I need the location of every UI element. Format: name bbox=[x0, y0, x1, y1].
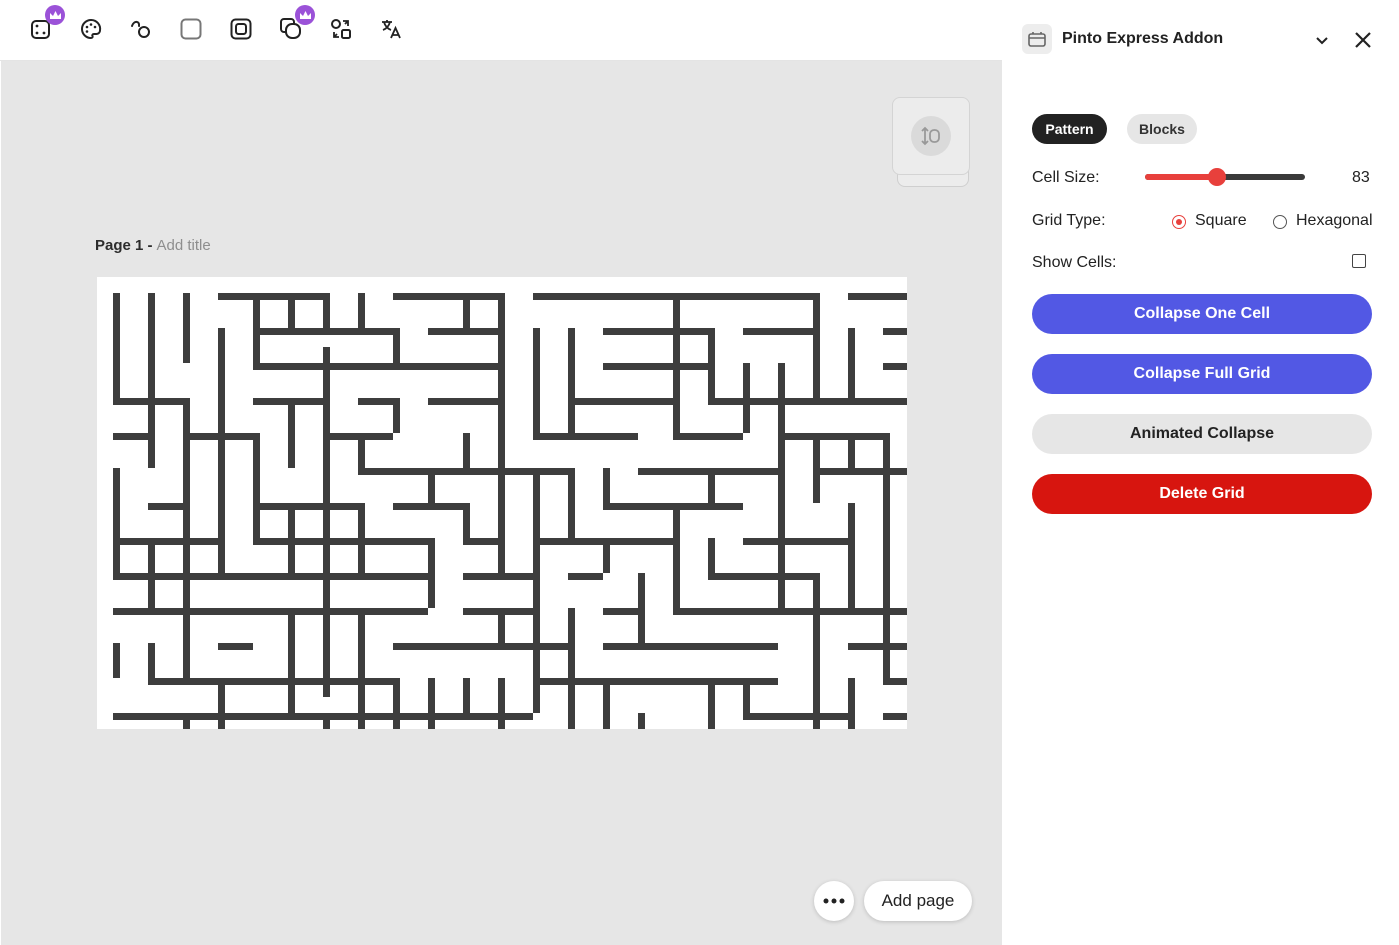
tab-blocks[interactable]: Blocks bbox=[1127, 114, 1197, 144]
slider-thumb[interactable] bbox=[1208, 168, 1226, 186]
page-label: Page 1 - bbox=[95, 237, 153, 254]
palette-tool-button[interactable] bbox=[77, 15, 105, 43]
top-toolbar bbox=[0, 0, 1002, 61]
rounded-square-icon bbox=[180, 18, 202, 40]
cell-size-label: Cell Size: bbox=[1032, 169, 1100, 186]
panel-header: Pinto Express Addon bbox=[1022, 24, 1392, 56]
close-icon[interactable] bbox=[1352, 29, 1374, 51]
hexagonal-radio-label[interactable]: Hexagonal bbox=[1296, 212, 1373, 230]
square-radio-label[interactable]: Square bbox=[1195, 212, 1247, 230]
shape-tool-button[interactable] bbox=[177, 15, 205, 43]
cell-size-value: 83 bbox=[1352, 169, 1370, 186]
ellipsis-icon bbox=[823, 898, 845, 904]
show-cells-checkbox[interactable] bbox=[1352, 254, 1366, 268]
page-options-card[interactable] bbox=[892, 97, 970, 187]
translate-icon bbox=[382, 20, 401, 39]
chevron-down-icon[interactable] bbox=[1312, 30, 1332, 50]
show-cells-label: Show Cells: bbox=[1032, 254, 1117, 271]
square-radio[interactable] bbox=[1172, 215, 1186, 229]
maze-page[interactable] bbox=[97, 277, 907, 729]
cell-size-slider[interactable] bbox=[1145, 168, 1305, 186]
addon-icon bbox=[1022, 24, 1052, 54]
collapse-full-grid-button[interactable]: Collapse Full Grid bbox=[1032, 354, 1372, 394]
premium-crown-icon bbox=[45, 5, 65, 25]
add-page-button[interactable]: Add page bbox=[864, 881, 972, 921]
resize-icon bbox=[911, 116, 951, 156]
layers-tool-button[interactable] bbox=[277, 5, 315, 43]
scribble-tool-button[interactable] bbox=[127, 15, 155, 43]
swap-tool-button[interactable] bbox=[327, 15, 355, 43]
swap-shapes-icon bbox=[331, 19, 351, 39]
grid-type-label: Grid Type: bbox=[1032, 212, 1106, 229]
page-heading: Page 1 - Add title bbox=[95, 237, 211, 254]
tab-pattern[interactable]: Pattern bbox=[1032, 114, 1107, 144]
delete-grid-button[interactable]: Delete Grid bbox=[1032, 474, 1372, 514]
premium-crown-icon bbox=[295, 5, 315, 25]
hexagonal-radio[interactable] bbox=[1273, 215, 1287, 229]
design-canvas[interactable]: Page 1 - Add title Add page bbox=[1, 61, 1002, 945]
page-title-input[interactable]: Add title bbox=[157, 237, 211, 254]
maze-pattern bbox=[113, 293, 907, 729]
collapse-one-cell-button[interactable]: Collapse One Cell bbox=[1032, 294, 1372, 334]
translate-tool-button[interactable] bbox=[377, 15, 405, 43]
framed-image-icon bbox=[230, 18, 252, 40]
animated-collapse-button[interactable]: Animated Collapse bbox=[1032, 414, 1372, 454]
frame-tool-button[interactable] bbox=[227, 15, 255, 43]
scribble-icon bbox=[131, 20, 150, 38]
card-face bbox=[892, 97, 970, 175]
addon-title: Pinto Express Addon bbox=[1062, 30, 1224, 47]
palette-icon bbox=[81, 18, 102, 40]
dice-tool-button[interactable] bbox=[27, 5, 65, 43]
slider-fill bbox=[1145, 174, 1217, 180]
more-options-button[interactable] bbox=[814, 881, 854, 921]
